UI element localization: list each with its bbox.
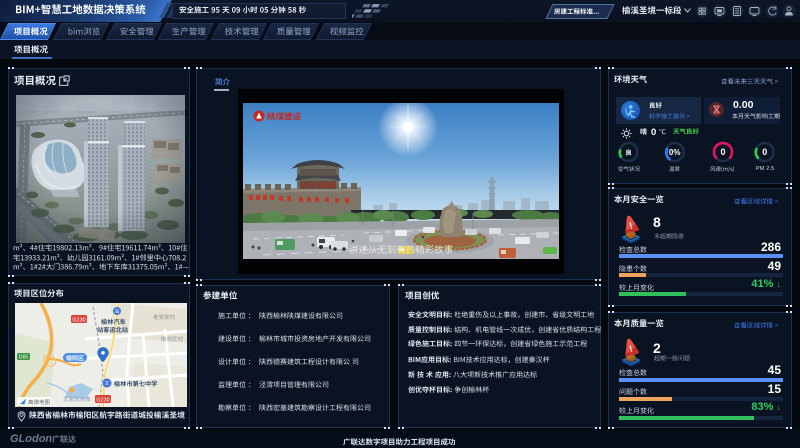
- svg-text:0: 0: [720, 147, 725, 157]
- svg-text:G230: G230: [72, 317, 85, 323]
- svg-text:G230: G230: [96, 397, 109, 403]
- svg-text:G65: G65: [19, 355, 29, 361]
- svg-text:0: 0: [762, 147, 767, 157]
- svg-text:0%: 0%: [669, 148, 681, 157]
